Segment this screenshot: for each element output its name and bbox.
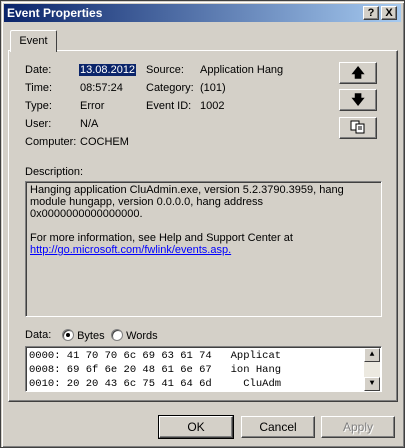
date-value-field[interactable]: 13.08.2012 [79,64,137,76]
time-label: Time: [25,82,53,94]
category-value: (101) [200,82,226,94]
source-label: Source: [146,64,184,76]
help-link[interactable]: http://go.microsoft.com/fwlink/events.as… [30,244,377,256]
down-arrow-icon: 🡇 [351,92,365,107]
category-label: Category: [146,82,194,94]
type-value: Error [80,100,105,112]
words-radio[interactable] [111,329,123,341]
copy-icon [350,120,366,135]
data-row: 0000: 41 70 70 6c 69 63 61 74 Applicat [29,350,282,362]
event-id-label: Event ID: [146,100,192,112]
next-event-button[interactable]: 🡇 [339,89,377,111]
ok-button[interactable]: OK [158,415,234,439]
description-text: Hanging application CluAdmin.exe, versio… [30,184,344,220]
user-value: N/A [80,118,99,130]
data-row: 0010: 20 20 43 6c 75 41 64 6d CluAdm [29,378,282,390]
date-value[interactable]: 13.08.2012 [79,64,137,76]
data-hex-area[interactable]: 0000: 41 70 70 6c 69 63 61 74 Applicat 0… [25,346,382,392]
help-button[interactable]: ? [363,6,379,20]
date-label: Date: [25,64,52,76]
data-scrollbar[interactable]: ▲ ▼ [364,348,380,391]
bytes-radio[interactable] [62,329,74,341]
type-label: Type: [25,100,52,112]
previous-event-button[interactable]: 🡅 [339,62,377,84]
description-text-area[interactable]: Hanging application CluAdmin.exe, versio… [25,181,382,317]
scroll-down-icon[interactable]: ▼ [364,377,380,391]
source-value: Application Hang [200,64,284,76]
words-radio-option[interactable]: Words [111,329,158,342]
copy-button[interactable] [339,117,377,139]
apply-button[interactable]: Apply [321,416,395,438]
description-label: Description: [25,166,84,178]
window-title: Event Properties [7,6,103,20]
bytes-label: Bytes [77,330,105,342]
event-id-value: 1002 [200,100,225,112]
close-button[interactable]: X [381,6,397,20]
up-arrow-icon: 🡅 [351,65,365,80]
words-label: Words [126,330,158,342]
event-properties-window: Event Properties ? X Event Date: Time: T… [0,0,405,448]
cancel-button[interactable]: Cancel [241,416,315,438]
time-value: 08:57:24 [80,82,123,94]
tab-event[interactable]: Event [10,30,57,52]
data-row: 0008: 69 6f 6e 20 48 61 6e 67 ion Hang [29,364,282,376]
bytes-radio-option[interactable]: Bytes [62,329,105,342]
computer-label: Computer: [25,136,77,148]
computer-value: COCHEM [80,136,129,148]
scroll-up-icon[interactable]: ▲ [364,348,380,362]
user-label: User: [25,118,52,130]
data-label: Data: [25,329,52,341]
title-bar: Event Properties ? X [4,4,401,22]
description-help-text: For more information, see Help and Suppo… [30,232,293,244]
